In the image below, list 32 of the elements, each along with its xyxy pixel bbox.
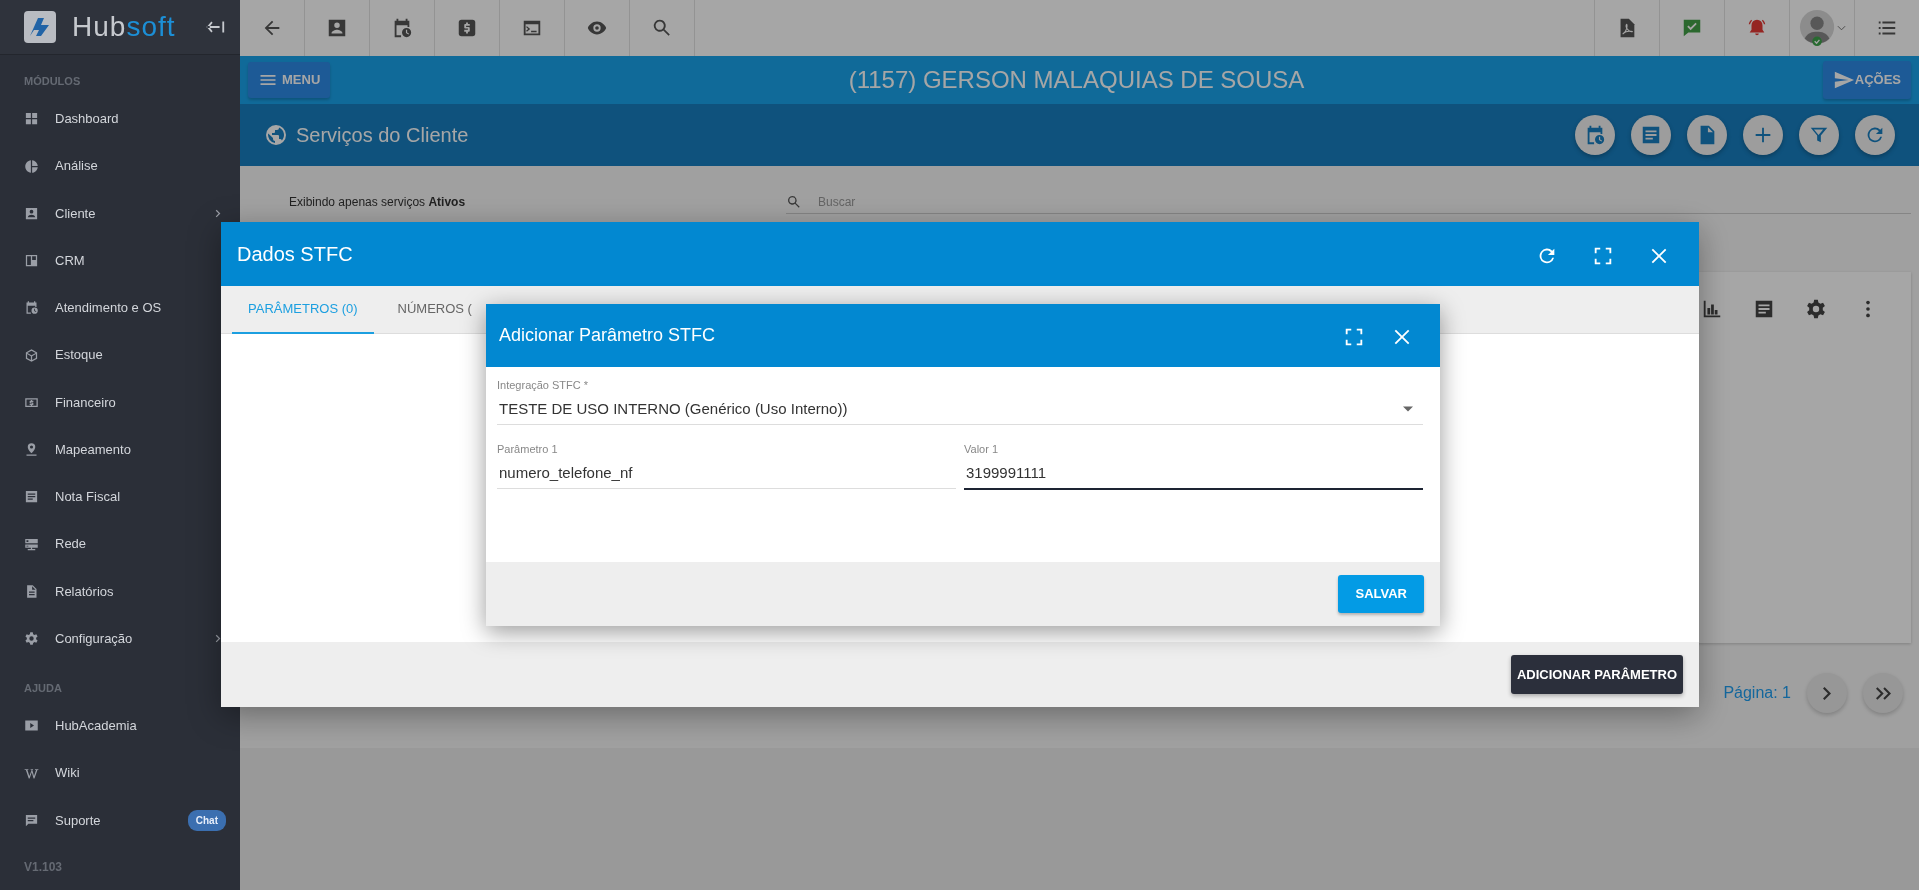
- add-parameter-button[interactable]: ADICIONAR PARÂMETRO: [1510, 654, 1683, 695]
- sidebar-item[interactable]: HubAcademia: [0, 702, 240, 750]
- field-label: Parâmetro 1: [497, 442, 559, 457]
- dialog-title: Dados STFC: [237, 242, 353, 267]
- sidebar-item[interactable]: Configuração: [0, 614, 240, 663]
- page-title: Serviços do Cliente: [296, 123, 469, 148]
- sidebar-item[interactable]: Wiki: [0, 749, 240, 797]
- input-field[interactable]: numero_telefone_nf: [497, 457, 956, 489]
- sidebar-item[interactable]: Análise: [0, 142, 240, 190]
- select-field[interactable]: TESTE DE USO INTERNO (Genérico (Uso Interno)): [497, 393, 1423, 425]
- tab[interactable]: NÚMEROS (: [381, 286, 488, 334]
- client-title: (1157) GERSON MALAQUIAS DE SOUSA: [848, 65, 1305, 95]
- sidebar-item[interactable]: Nota Fiscal: [0, 473, 240, 521]
- sidebar-item[interactable]: Suporte Chat: [0, 796, 240, 844]
- sidebar-item[interactable]: Estoque: [0, 331, 240, 379]
- sidebar-item[interactable]: Dashboard: [0, 95, 240, 143]
- page-indicator: Página: 1: [1723, 683, 1791, 703]
- sidebar-item[interactable]: Rede: [0, 520, 240, 568]
- brand-name: Hubsoft: [72, 13, 176, 42]
- input-field[interactable]: 3199991111: [964, 457, 1423, 490]
- field-label: Integração STFC *: [497, 378, 590, 393]
- filter-text: Exibindo apenas serviços Ativos: [289, 194, 466, 211]
- chat-badge: Chat: [187, 809, 226, 831]
- dialog-title: Adicionar Parâmetro STFC: [499, 324, 716, 347]
- sidebar-item[interactable]: Financeiro: [0, 378, 240, 426]
- sidebar-item[interactable]: Cliente: [0, 189, 240, 237]
- section-label: AJUDA: [23, 681, 63, 697]
- version-label: V1.103: [23, 858, 64, 876]
- field-label: Valor 1: [964, 442, 1000, 457]
- section-label: MÓDULOS: [23, 74, 82, 90]
- sidebar-item[interactable]: Relatórios: [0, 567, 240, 615]
- sidebar-item[interactable]: Mapeamento: [0, 425, 240, 474]
